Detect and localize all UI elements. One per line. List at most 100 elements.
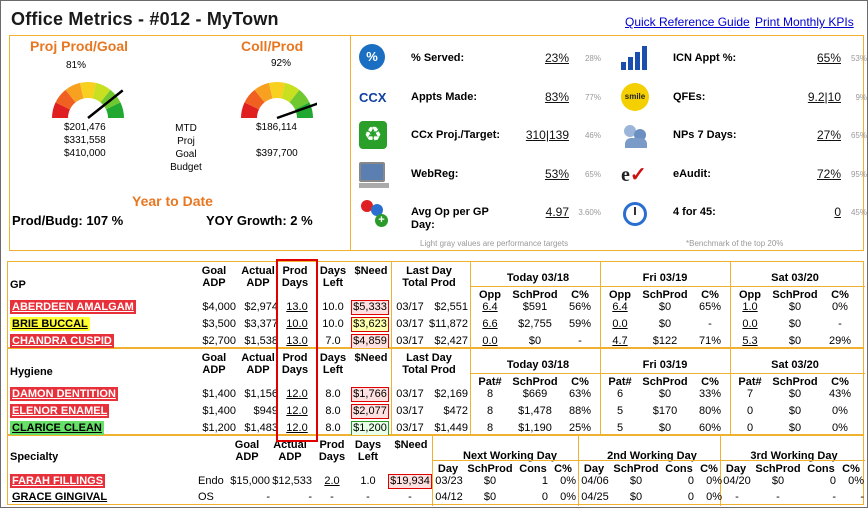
- print-kpis-link[interactable]: Print Monthly KPIs: [755, 15, 854, 29]
- gauge1-goal: $410,000: [64, 148, 106, 159]
- kpi-benchmark: 53%: [850, 54, 867, 63]
- kpi-value[interactable]: 4.97: [499, 205, 569, 219]
- kpi-value[interactable]: 0: [781, 205, 841, 219]
- kpi-value[interactable]: 23%: [499, 51, 569, 65]
- c-percent: 0%: [560, 491, 576, 503]
- provider-link[interactable]: CLARICE CLEAN: [10, 421, 104, 435]
- kpi-label: % Served:: [411, 52, 465, 64]
- smile-icon: smile: [621, 83, 651, 113]
- kpi-benchmark: 45%: [850, 208, 867, 217]
- gauge1-mtd: $201,476: [64, 122, 106, 133]
- gauge2-percent: 92%: [271, 58, 292, 69]
- kpi-value[interactable]: 9.2|10: [781, 90, 841, 104]
- need-amount: $2,077: [349, 403, 391, 420]
- opp-value[interactable]: 0.0: [733, 316, 767, 333]
- c-percent: 63%: [568, 388, 592, 400]
- c-percent: 88%: [568, 405, 592, 417]
- provider-name[interactable]: ELENOR ENAMEL: [10, 403, 110, 420]
- days-left: 10.0: [322, 301, 344, 313]
- kpi-benchmark: 9%: [855, 93, 867, 102]
- goal-adp: $15,000: [230, 475, 270, 487]
- need-value: -: [408, 491, 412, 503]
- computer-icon: [359, 160, 389, 190]
- col-header-actual: Actual ADP: [273, 439, 307, 463]
- schprod-value: $0: [658, 301, 672, 313]
- opp-value[interactable]: 1.0: [733, 299, 767, 316]
- kpi-label: Avg Op per GP Day:: [411, 206, 489, 231]
- pat-value: 0: [746, 405, 754, 417]
- provider-link[interactable]: BRIE BUCCAL: [10, 317, 90, 331]
- schprod-value: $0: [629, 491, 643, 503]
- need-value: $19,934: [388, 474, 432, 489]
- actual-adp: $949: [253, 405, 278, 417]
- provider-link[interactable]: ELENOR ENAMEL: [10, 404, 110, 418]
- goal-adp: $1,400: [202, 388, 236, 400]
- kpi-benchmark: 65%: [584, 170, 601, 179]
- kpi-value[interactable]: 27%: [781, 128, 841, 142]
- provider-link[interactable]: GRACE GINGIVAL: [10, 490, 110, 504]
- pat-value: 7: [746, 388, 754, 400]
- cons-value: 0: [829, 475, 836, 487]
- provider-link[interactable]: FARAH FILLINGS: [10, 474, 106, 488]
- last-day-prod: $2,169: [434, 388, 468, 400]
- c-percent: 80%: [698, 405, 722, 417]
- kpi-label: Appts Made:: [411, 91, 477, 103]
- opp-value[interactable]: 6.6: [473, 316, 507, 333]
- provider-type: Endo: [198, 475, 224, 487]
- kpi-value[interactable]: 83%: [499, 90, 569, 104]
- kpi-benchmark: 3.60%: [578, 208, 601, 217]
- days-left: 10.0: [322, 318, 344, 330]
- provider-name[interactable]: BRIE BUCCAL: [10, 316, 90, 333]
- gauge2-budget: $397,700: [256, 148, 298, 159]
- day-value: 03/23: [435, 475, 463, 487]
- provider-link[interactable]: DAMON DENTITION: [10, 387, 118, 401]
- kpi-value[interactable]: 310|139: [499, 128, 569, 142]
- opp-value[interactable]: 0.0: [603, 316, 637, 333]
- cons-value: 0: [687, 491, 694, 503]
- provider-name[interactable]: FARAH FILLINGS: [10, 473, 106, 490]
- provider-name[interactable]: ABERDEEN AMALGAM: [10, 299, 136, 316]
- goal-adp: -: [266, 491, 270, 503]
- kpi-label: ICN Appt %:: [673, 52, 737, 64]
- prod-days[interactable]: 2.0: [317, 473, 347, 490]
- cons-value: 0: [687, 475, 694, 487]
- kpi-value[interactable]: 53%: [499, 167, 569, 181]
- label-budget: Budget: [170, 162, 202, 173]
- percent-icon: %: [359, 44, 389, 74]
- opp-value[interactable]: 6.4: [473, 299, 507, 316]
- day-value: 04/12: [435, 491, 463, 503]
- kpi-right-2: NPs 7 Days: 27% 65%: [621, 117, 867, 155]
- last-day-date: 03/17: [396, 318, 424, 330]
- schprod-value: $0: [771, 475, 785, 487]
- ccx-icon: CCX: [359, 90, 387, 105]
- bar-chart-icon: [621, 44, 651, 74]
- kpi-value[interactable]: 72%: [781, 167, 841, 181]
- actual-adp: -: [308, 491, 312, 503]
- c-percent: 43%: [828, 388, 852, 400]
- provider-link[interactable]: ABERDEEN AMALGAM: [10, 300, 136, 314]
- need-value: $2,077: [351, 404, 389, 419]
- c-percent: 56%: [568, 301, 592, 313]
- provider-link[interactable]: CHANDRA CUSPID: [10, 334, 114, 348]
- opp-value[interactable]: 6.4: [603, 299, 637, 316]
- actual-adp: $3,377: [244, 318, 278, 330]
- proj-prod-goal-title: Proj Prod/Goal: [30, 38, 129, 54]
- need-amount: -: [387, 489, 433, 506]
- quick-reference-link[interactable]: Quick Reference Guide: [625, 15, 750, 29]
- need-amount: $1,766: [349, 386, 391, 403]
- kpi-left-4: + Avg Op per GP Day: 4.97 3.60%: [359, 194, 604, 232]
- kpi-benchmark: 77%: [584, 93, 601, 102]
- kpi-left-0: % % Served: 23% 28%: [359, 40, 604, 78]
- stopwatch-icon: [621, 198, 651, 228]
- col-header-day2: Fri 03/19: [642, 272, 688, 284]
- page-title: Office Metrics - #012 - MyTown: [11, 9, 279, 29]
- col-header-prod: Prod Days: [318, 439, 346, 463]
- need-value: $4,859: [351, 334, 389, 349]
- c-percent: 65%: [698, 301, 722, 313]
- provider-name[interactable]: DAMON DENTITION: [10, 386, 118, 403]
- kpi-value[interactable]: 65%: [781, 51, 841, 65]
- day-value: -: [735, 491, 739, 503]
- last-day-prod: $2,551: [434, 301, 468, 313]
- prod-days[interactable]: -: [317, 489, 347, 506]
- provider-name[interactable]: GRACE GINGIVAL: [10, 489, 110, 506]
